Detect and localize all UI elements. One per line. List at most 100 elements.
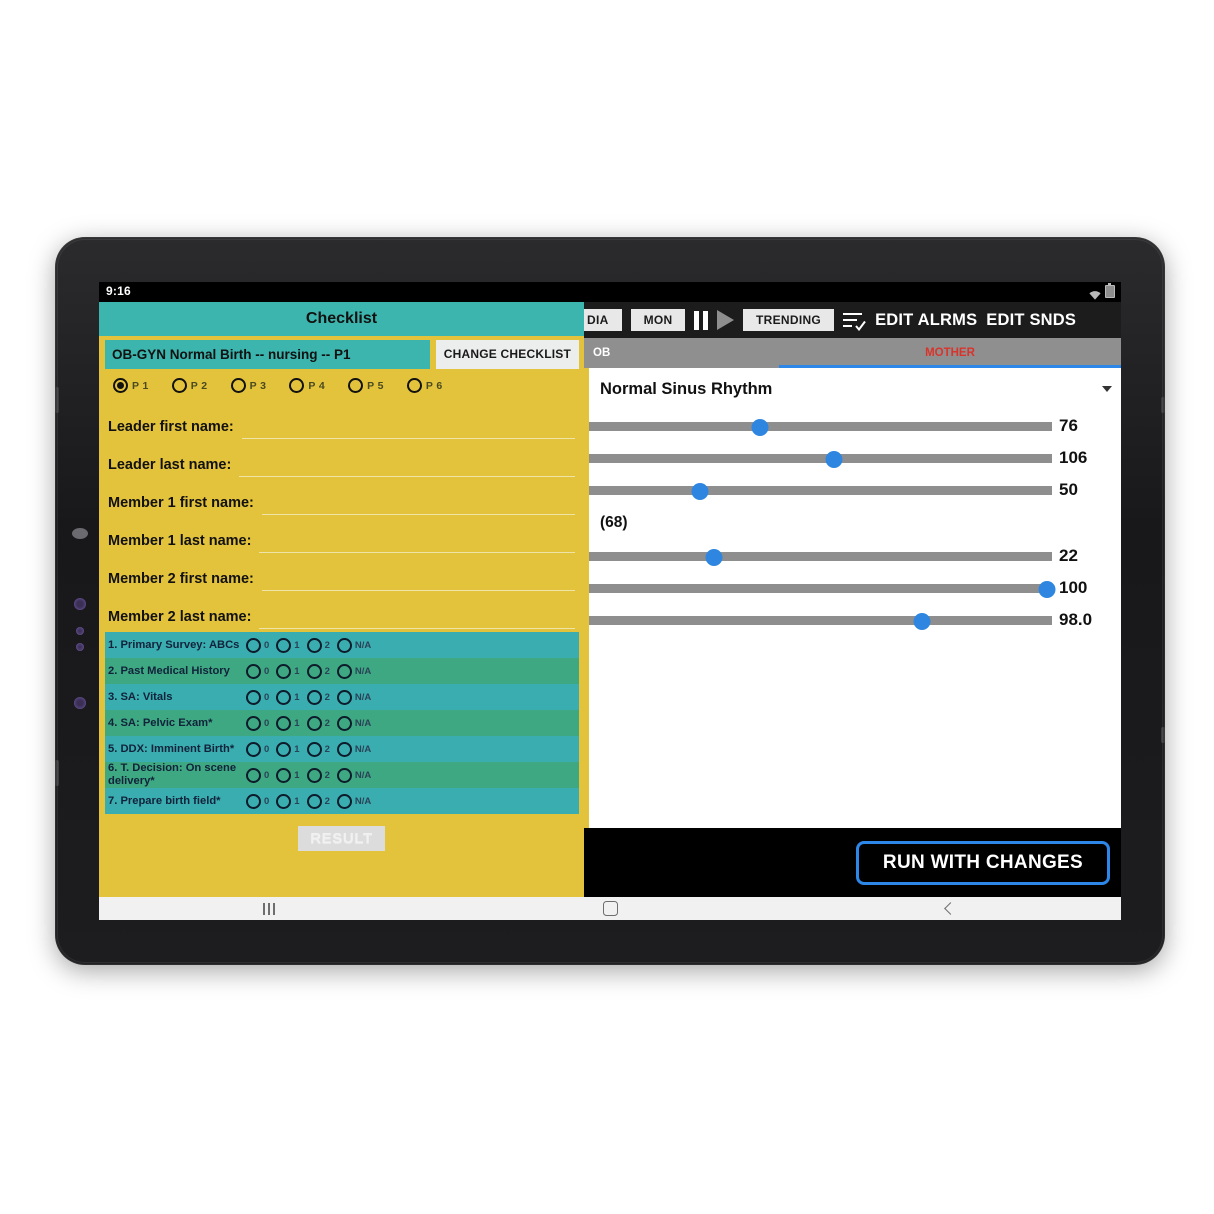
phase-radio-3[interactable]: P 3 [231, 378, 267, 393]
radio-indicator[interactable] [307, 794, 322, 809]
score-option-1[interactable]: 1 [270, 690, 299, 705]
result-button[interactable]: RESULT [298, 826, 385, 851]
score-option-1[interactable]: 1 [270, 768, 299, 783]
score-option-na[interactable]: N/A [331, 768, 371, 783]
score-option-2[interactable]: 2 [301, 690, 330, 705]
radio-indicator[interactable] [246, 690, 261, 705]
vital-slider[interactable] [589, 572, 1052, 604]
score-option-2[interactable]: 2 [301, 794, 330, 809]
play-icon[interactable] [717, 310, 734, 330]
score-option-2[interactable]: 2 [301, 742, 330, 757]
slider-thumb[interactable] [752, 419, 769, 436]
radio-indicator[interactable] [276, 638, 291, 653]
score-option-2[interactable]: 2 [301, 768, 330, 783]
score-option-0[interactable]: 0 [240, 716, 269, 731]
score-option-na[interactable]: N/A [331, 638, 371, 653]
score-option-0[interactable]: 0 [240, 690, 269, 705]
score-option-1[interactable]: 1 [270, 664, 299, 679]
change-checklist-button[interactable]: CHANGE CHECKLIST [436, 340, 579, 369]
score-option-2[interactable]: 2 [301, 664, 330, 679]
score-option-0[interactable]: 0 [240, 664, 269, 679]
score-option-1[interactable]: 1 [270, 742, 299, 757]
field-input[interactable] [259, 604, 575, 629]
slider-thumb[interactable] [914, 613, 931, 630]
score-option-na[interactable]: N/A [331, 742, 371, 757]
mon-button[interactable]: MON [631, 309, 686, 331]
radio-indicator[interactable] [348, 378, 363, 393]
radio-indicator[interactable] [337, 664, 352, 679]
vital-slider[interactable] [589, 474, 1052, 506]
vital-slider[interactable] [589, 540, 1052, 572]
field-input[interactable] [262, 566, 575, 591]
radio-indicator[interactable] [307, 716, 322, 731]
vital-slider[interactable] [589, 604, 1052, 636]
radio-indicator[interactable] [113, 378, 128, 393]
slider-thumb[interactable] [826, 451, 843, 468]
radio-indicator[interactable] [337, 638, 352, 653]
list-check-icon[interactable] [843, 311, 866, 330]
phase-radio-6[interactable]: P 6 [407, 378, 443, 393]
radio-indicator[interactable] [276, 742, 291, 757]
radio-indicator[interactable] [337, 716, 352, 731]
vital-slider[interactable] [589, 410, 1052, 442]
tab-mother[interactable]: MOTHER [779, 338, 1121, 368]
radio-indicator[interactable] [337, 690, 352, 705]
radio-indicator[interactable] [307, 638, 322, 653]
radio-indicator[interactable] [246, 742, 261, 757]
field-input[interactable] [262, 490, 575, 515]
slider-thumb[interactable] [1039, 581, 1056, 598]
edit-alarms-button[interactable]: EDIT ALRMS [875, 311, 977, 330]
tab-ob[interactable]: OB [584, 338, 779, 368]
phase-radio-2[interactable]: P 2 [172, 378, 208, 393]
run-with-changes-button[interactable]: RUN WITH CHANGES [856, 841, 1110, 885]
radio-indicator[interactable] [307, 768, 322, 783]
radio-indicator[interactable] [337, 794, 352, 809]
slider-thumb[interactable] [692, 483, 709, 500]
radio-indicator[interactable] [172, 378, 187, 393]
radio-indicator[interactable] [276, 690, 291, 705]
rhythm-selector[interactable]: Normal Sinus Rhythm [589, 368, 1121, 410]
radio-indicator[interactable] [337, 768, 352, 783]
score-option-1[interactable]: 1 [270, 638, 299, 653]
radio-indicator[interactable] [276, 664, 291, 679]
radio-indicator[interactable] [307, 742, 322, 757]
phase-radio-1[interactable]: P 1 [113, 378, 149, 393]
score-option-0[interactable]: 0 [240, 768, 269, 783]
back-icon[interactable] [780, 904, 1121, 913]
radio-indicator[interactable] [307, 664, 322, 679]
score-option-na[interactable]: N/A [331, 664, 371, 679]
score-option-0[interactable]: 0 [240, 638, 269, 653]
phase-radio-5[interactable]: P 5 [348, 378, 384, 393]
slider-thumb[interactable] [706, 549, 723, 566]
score-option-na[interactable]: N/A [331, 690, 371, 705]
recents-icon[interactable] [99, 903, 440, 915]
pause-icon[interactable] [694, 311, 708, 330]
radio-indicator[interactable] [246, 664, 261, 679]
field-input[interactable] [259, 528, 575, 553]
radio-indicator[interactable] [407, 378, 422, 393]
score-option-0[interactable]: 0 [240, 794, 269, 809]
score-option-na[interactable]: N/A [331, 794, 371, 809]
radio-indicator[interactable] [246, 716, 261, 731]
score-option-1[interactable]: 1 [270, 794, 299, 809]
radio-indicator[interactable] [307, 690, 322, 705]
radio-indicator[interactable] [231, 378, 246, 393]
vital-slider[interactable] [589, 442, 1052, 474]
edit-sounds-button[interactable]: EDIT SNDS [986, 311, 1076, 330]
chevron-down-icon[interactable] [1102, 386, 1112, 392]
home-icon[interactable] [440, 901, 781, 916]
media-button[interactable]: DIA [584, 309, 622, 331]
radio-indicator[interactable] [276, 716, 291, 731]
score-option-2[interactable]: 2 [301, 716, 330, 731]
field-input[interactable] [242, 414, 575, 439]
field-input[interactable] [239, 452, 575, 477]
radio-indicator[interactable] [276, 768, 291, 783]
radio-indicator[interactable] [246, 794, 261, 809]
score-option-2[interactable]: 2 [301, 638, 330, 653]
score-option-1[interactable]: 1 [270, 716, 299, 731]
radio-indicator[interactable] [276, 794, 291, 809]
trending-button[interactable]: TRENDING [743, 309, 834, 331]
phase-radio-4[interactable]: P 4 [289, 378, 325, 393]
radio-indicator[interactable] [337, 742, 352, 757]
radio-indicator[interactable] [246, 638, 261, 653]
